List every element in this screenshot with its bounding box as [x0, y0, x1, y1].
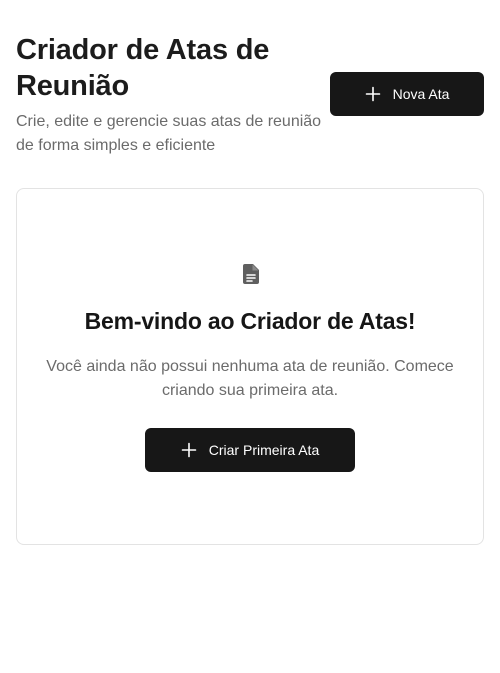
- new-minutes-button-label: Nova Ata: [392, 86, 450, 102]
- welcome-description: Você ainda não possui nenhuma ata de reu…: [46, 358, 454, 399]
- page-subtitle: Crie, edite e gerencie suas atas de reun…: [16, 113, 322, 154]
- header-text: Criador de Atas de Reunião Crie, edite e…: [16, 32, 334, 158]
- create-first-minutes-button[interactable]: Criar Primeira Ata: [145, 428, 355, 472]
- empty-state-card: Bem-vindo ao Criador de Atas! Você ainda…: [16, 188, 484, 545]
- plus-icon: [181, 442, 197, 458]
- welcome-title: Bem-vindo ao Criador de Atas!: [84, 308, 416, 334]
- plus-icon: [365, 86, 381, 102]
- create-first-minutes-button-label: Criar Primeira Ata: [208, 442, 320, 458]
- document-icon: [239, 262, 263, 286]
- new-minutes-button[interactable]: Nova Ata: [330, 72, 484, 116]
- page-header: Criador de Atas de Reunião Crie, edite e…: [16, 32, 484, 162]
- page-title: Criador de Atas de Reunião: [16, 34, 270, 102]
